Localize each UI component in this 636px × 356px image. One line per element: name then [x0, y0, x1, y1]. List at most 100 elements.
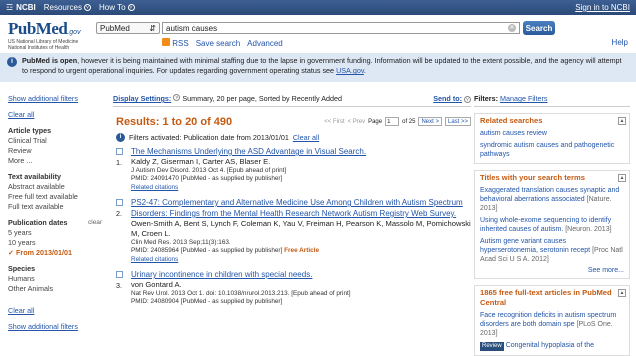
result-number: 2. — [116, 209, 122, 218]
filter-from-date-selected[interactable]: ✓ From 2013/01/01 — [8, 248, 102, 258]
result-pmid: PMID: 24085964 [PubMed - as supplied by … — [131, 247, 283, 254]
result-item: 2. PS2-47: Complementary and Alternative… — [113, 197, 471, 264]
pubmed-logo[interactable]: PubMed.gov US National Library of Medici… — [8, 19, 88, 51]
selected-date-label: From 2013/01/01 — [16, 248, 72, 257]
search-header: PubMed.gov US National Library of Medici… — [0, 15, 636, 51]
free-article-text: Congenital hypoplasia of the — [505, 342, 595, 349]
last-page-button[interactable]: Last >> — [444, 117, 471, 126]
result-checkbox[interactable] — [116, 199, 123, 206]
clear-all-link[interactable]: Clear all — [8, 110, 34, 119]
result-title-link[interactable]: The Mechanisms Underlying the ASD Advant… — [131, 146, 471, 157]
filter-abstract[interactable]: Abstract available — [8, 182, 102, 192]
result-journal: J Autism Dev Disord. 2013 Oct 4. [Epub a… — [131, 167, 287, 174]
clear-icon[interactable]: ✕ — [508, 24, 516, 32]
filter-clear-all-link[interactable]: Clear all — [293, 133, 319, 142]
related-searches-box: ▲ Related searches autism causes review … — [474, 113, 630, 164]
article-types-heading: Article types — [8, 126, 52, 135]
rss-link[interactable]: RSS — [162, 38, 189, 48]
chevron-down-icon: ˅ — [83, 4, 91, 11]
related-citations-link[interactable]: Related citations — [131, 255, 471, 264]
species-heading: Species — [8, 264, 36, 273]
collapse-icon[interactable]: ▲ — [618, 174, 626, 182]
collapse-icon[interactable]: ▲ — [618, 117, 626, 125]
free-article-link[interactable]: Face recognition deficits in autism spec… — [480, 311, 624, 338]
result-title-link[interactable]: PS2-47: Complementary and Alternative Me… — [131, 197, 471, 219]
info-icon: i — [7, 57, 17, 67]
chevron-down-icon[interactable]: ˅ — [173, 94, 181, 101]
titles-heading: Titles with your search terms — [480, 173, 585, 182]
send-to-menu[interactable]: Send to: ˅ — [433, 94, 471, 103]
search-sublinks: RSS Save search Advanced — [162, 38, 283, 48]
title-link[interactable]: Autism gene variant causes hyperserotone… — [480, 237, 624, 264]
search-button[interactable]: Search — [523, 21, 555, 35]
howto-menu[interactable]: How To ˅ — [99, 3, 135, 12]
related-search-link[interactable]: autism causes review — [480, 129, 624, 138]
result-pmid: PMID: 24080904 [PubMed - as supplied by … — [131, 298, 283, 305]
alert-lead: PubMed is open — [22, 56, 78, 65]
filter-more-types[interactable]: More ... — [8, 156, 102, 166]
page-total: of 25 — [402, 118, 416, 125]
result-pmid-row: PMID: 24085964 [PubMed - as supplied by … — [131, 247, 471, 255]
clear-all-link-bottom[interactable]: Clear all — [8, 306, 34, 315]
page-label: Page — [368, 118, 383, 125]
chevron-down-icon: ˅ — [464, 95, 471, 103]
show-additional-filters-link[interactable]: Show additional filters — [8, 94, 78, 103]
advanced-link[interactable]: Advanced — [247, 39, 283, 48]
titles-with-terms-box: ▲ Titles with your search terms Exaggera… — [474, 170, 630, 279]
howto-label: How To — [98, 3, 126, 12]
page-number-input[interactable] — [385, 117, 400, 126]
filter-sidebar: Show additional filters Clear all Articl… — [8, 94, 102, 332]
filter-full-text[interactable]: Full text available — [8, 202, 102, 212]
free-article-link[interactable]: Review Congenital hypoplasia of the — [480, 341, 624, 351]
pagination: << First < Prev Page of 25 Next > Last >… — [324, 117, 471, 126]
result-journal: Clin Med Res. 2013 Sep;11(3):163. — [131, 239, 231, 246]
resources-menu[interactable]: Resources ˅ — [44, 3, 91, 12]
help-link[interactable]: Help — [612, 38, 628, 47]
filter-free-full-text[interactable]: Free full text available — [8, 192, 102, 202]
search-query: autism causes — [166, 23, 218, 33]
next-page-button[interactable]: Next > — [418, 117, 442, 126]
ncbi-logo-icon[interactable]: ☲ — [6, 3, 13, 12]
usa-gov-link[interactable]: USA.gov — [336, 66, 364, 75]
ncbi-topbar: ☲ NCBI Resources ˅ How To ˅ Sign in to NCB… — [0, 0, 636, 15]
first-page-link[interactable]: << First — [324, 119, 344, 125]
filter-clinical-trial[interactable]: Clinical Trial — [8, 136, 102, 146]
see-more-link[interactable]: See more... — [480, 267, 624, 274]
filter-5-years[interactable]: 5 years — [8, 228, 102, 238]
results-main: Display Settings: ˅ Summary, 20 per page… — [113, 94, 471, 311]
prev-page-link[interactable]: < Prev — [348, 119, 366, 125]
ncbi-link[interactable]: NCBI — [16, 3, 36, 12]
rss-icon — [162, 38, 170, 46]
right-sidebar: Filters: Manage Filters ▲ Related search… — [474, 94, 630, 356]
search-input[interactable]: autism causes ✕ — [162, 22, 520, 34]
clear-dates-link[interactable]: clear — [88, 218, 102, 228]
result-title-link[interactable]: Urinary incontinence in children with sp… — [131, 269, 471, 280]
free-article-badge[interactable]: Free Article — [284, 247, 319, 254]
filters-header: Filters: Manage Filters — [474, 94, 630, 107]
related-citations-link[interactable]: Related citations — [131, 183, 471, 192]
select-arrows-icon: ⇵ — [149, 23, 156, 33]
result-number: 1. — [116, 158, 122, 167]
display-settings-link[interactable]: Display Settings: — [113, 94, 171, 103]
manage-filters-link[interactable]: Manage Filters — [500, 94, 548, 103]
display-settings-value: Summary, 20 per page, Sorted by Recently… — [182, 94, 342, 103]
result-authors: Kaldy Z, Giserman I, Carter AS, Blaser E… — [131, 157, 271, 166]
title-link[interactable]: Exaggerated translation causes synaptic … — [480, 186, 624, 213]
filter-10-years[interactable]: 10 years — [8, 238, 102, 248]
title-link[interactable]: Using whole-exome sequencing to identify… — [480, 216, 624, 234]
filter-humans[interactable]: Humans — [8, 274, 102, 284]
related-searches-heading: Related searches — [480, 116, 543, 125]
database-select[interactable]: PubMed ⇵ — [96, 22, 160, 34]
rss-label: RSS — [172, 39, 189, 48]
collapse-icon[interactable]: ▲ — [618, 289, 626, 297]
show-additional-filters-link-bottom[interactable]: Show additional filters — [8, 322, 78, 331]
related-search-link[interactable]: syndromic autism causes and pathogenetic… — [480, 141, 624, 159]
result-checkbox[interactable] — [116, 148, 123, 155]
result-item: 3. Urinary incontinence in children with… — [113, 269, 471, 306]
filter-other-animals[interactable]: Other Animals — [8, 284, 102, 294]
result-checkbox[interactable] — [116, 271, 123, 278]
sign-in-link[interactable]: Sign in to NCBI — [575, 3, 630, 12]
check-icon: ✓ — [8, 248, 15, 257]
save-search-link[interactable]: Save search — [196, 39, 240, 48]
filter-review[interactable]: Review — [8, 146, 102, 156]
